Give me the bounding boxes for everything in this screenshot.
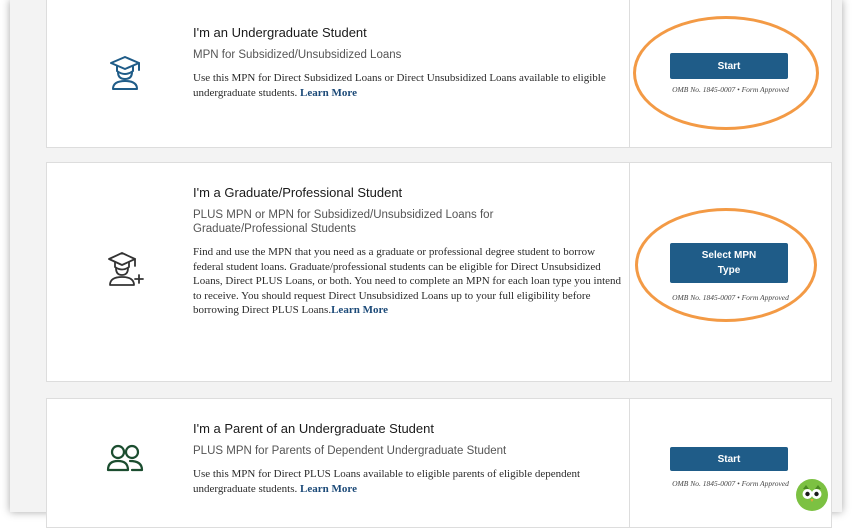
graduate-content: I'm a Graduate/Professional Student PLUS… — [193, 185, 623, 318]
card-subtitle: MPN for Subsidized/Unsubsidized Loans — [193, 49, 402, 61]
select-mpn-type-button[interactable]: Select MPN Type — [670, 243, 788, 283]
page-frame: I'm an Undergraduate Student MPN for Sub… — [10, 0, 842, 528]
graduate-student-icon — [110, 56, 140, 90]
card-action-panel: Select MPN Type OMB No. 1845-0007 • Form… — [630, 163, 831, 381]
graduate-student-plus-icon — [108, 252, 144, 286]
start-button[interactable]: Start — [670, 53, 788, 79]
card-subtitle: PLUS MPN or MPN for Subsidized/Unsubsidi… — [193, 209, 494, 235]
card-description: Use this MPN for Direct Subsidized Loans… — [193, 71, 613, 100]
description-text: Use this MPN for Direct Subsidized Loans… — [193, 72, 606, 99]
description-text: Find and use the MPN that you need as a … — [193, 246, 622, 317]
card-subtitle: PLUS MPN for Parents of Dependent Underg… — [193, 445, 507, 457]
undergraduate-card: I'm an Undergraduate Student MPN for Sub… — [46, 0, 832, 148]
parent-users-icon — [106, 444, 144, 472]
learn-more-link[interactable]: Learn More — [300, 87, 357, 99]
owl-chat-icon[interactable] — [795, 478, 829, 512]
omb-notice: OMB No. 1845-0007 • Form Approved — [672, 293, 789, 302]
card-title: I'm a Parent of an Undergraduate Student — [193, 421, 434, 436]
omb-notice: OMB No. 1845-0007 • Form Approved — [672, 85, 789, 94]
card-description: Find and use the MPN that you need as a … — [193, 245, 623, 318]
learn-more-link[interactable]: Learn More — [300, 483, 357, 495]
card-title: I'm an Undergraduate Student — [193, 25, 367, 40]
card-description: Use this MPN for Direct PLUS Loans avail… — [193, 467, 613, 496]
undergraduate-content: I'm an Undergraduate Student MPN for Sub… — [193, 25, 613, 100]
select-mpn-type-label: Select MPN Type — [701, 250, 757, 276]
learn-more-link[interactable]: Learn More — [331, 304, 388, 316]
description-text: Use this MPN for Direct PLUS Loans avail… — [193, 468, 581, 495]
parent-card: I'm a Parent of an Undergraduate Student… — [46, 398, 832, 528]
card-action-panel: Start OMB No. 1845-0007 • Form Approved — [630, 0, 831, 147]
start-button[interactable]: Start — [670, 447, 788, 471]
parent-content: I'm a Parent of an Undergraduate Student… — [193, 421, 613, 496]
card-title: I'm a Graduate/Professional Student — [193, 185, 403, 200]
graduate-card: I'm a Graduate/Professional Student PLUS… — [46, 162, 832, 382]
